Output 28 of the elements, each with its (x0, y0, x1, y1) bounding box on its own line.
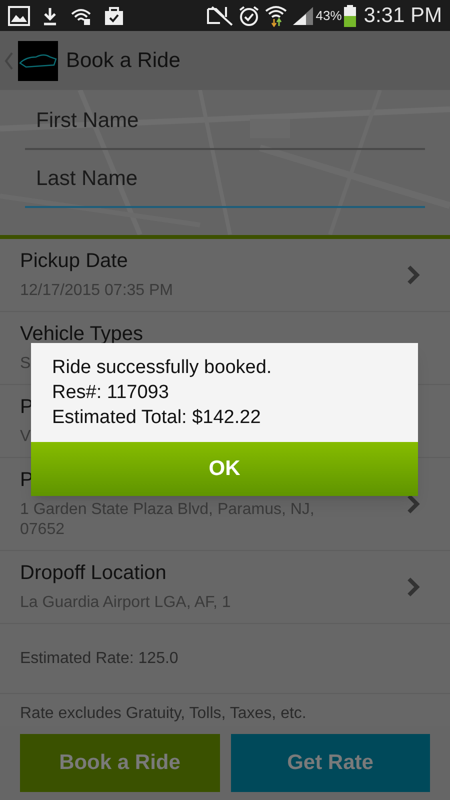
text-field[interactable]: First Name (25, 104, 425, 150)
get-rate-button[interactable]: Get Rate (230, 734, 430, 792)
book-ride-button[interactable]: Book a Ride (20, 734, 220, 792)
app-title: Book a Ride (66, 48, 180, 74)
wifi-icon (70, 6, 92, 24)
estimated-rate: Estimated Rate: 125.0 (20, 648, 178, 668)
car-logo-icon[interactable] (18, 40, 58, 81)
text-field[interactable]: Last Name (25, 162, 425, 208)
download-icon (42, 6, 58, 26)
wifi-icon (264, 4, 288, 26)
dialog-message: Res#: 117093 (52, 381, 169, 405)
image-icon (8, 6, 30, 26)
clock-time: 3:31 PM (364, 2, 442, 29)
rate-note: Rate excludes Gratuity, Tolls, Taxes, etc. (20, 705, 306, 722)
signal-icon (292, 6, 314, 26)
row-title: Vehicle Types (20, 322, 144, 346)
chevron-right-icon (406, 577, 420, 597)
battery-icon (344, 4, 356, 26)
alarm-icon (238, 4, 260, 26)
bag-icon (104, 6, 124, 26)
ok-button[interactable]: OK (31, 442, 418, 496)
row-title: Pickup Date (20, 249, 128, 273)
dialog-message: Ride successfully booked. (52, 356, 272, 380)
chevron-right-icon (406, 494, 420, 514)
battery-percent: 43% (316, 6, 342, 25)
row-title: Dropoff Location (20, 561, 166, 585)
chevron-right-icon (406, 265, 420, 285)
dialog-message: Estimated Total: $142.22 (52, 406, 261, 430)
